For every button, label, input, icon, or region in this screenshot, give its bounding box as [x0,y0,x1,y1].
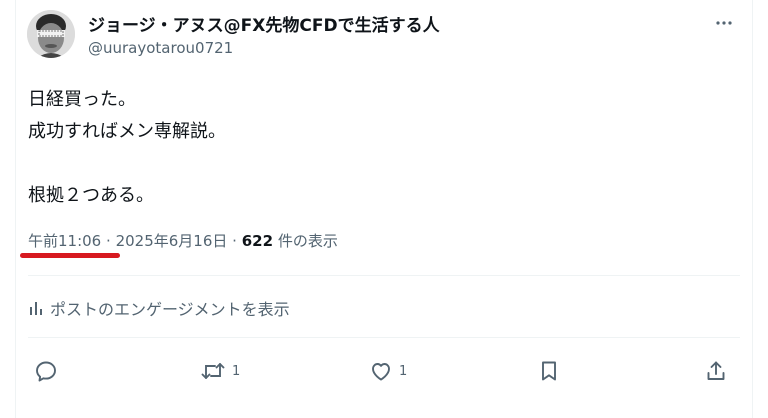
red-underline-annotation [20,253,120,258]
tweet-line: 日経買った。 [28,89,136,110]
divider [28,275,740,276]
avatar-image [27,10,75,58]
more-options-button[interactable] [711,10,737,36]
views-count: 622 [241,232,274,250]
reply-button[interactable] [34,354,64,388]
reply-icon [36,361,56,382]
views-label: 件の表示 [277,232,338,250]
share-icon [707,361,725,380]
tweet-line [28,148,728,180]
like-count: 1 [399,363,408,379]
retweet-button[interactable]: 1 [200,354,240,388]
display-name[interactable]: ジョージ・アヌス@FX先物CFDで生活する人 [88,11,440,36]
user-handle[interactable]: @uurayotarou0721 [88,39,233,57]
tweet-actions: 1 1 [28,354,740,388]
card-border-right [752,0,753,418]
retweet-icon [201,363,225,379]
more-dots-icon [716,21,732,25]
view-engagement-label: ポストのエンゲージメントを表示 [50,300,290,319]
bookmark-button[interactable] [537,354,561,388]
tweet-card: ジョージ・アヌス@FX先物CFDで生活する人 @uurayotarou0721 … [0,0,768,418]
tweet-date-link[interactable]: 2025年6月16日 [116,232,228,250]
tweet-time-link[interactable]: 午前11:06 [28,232,101,250]
bookmark-icon [542,361,556,381]
meta-separator: · [232,232,237,250]
card-border-left [15,0,16,418]
tweet-line: 根拠２つある。 [28,185,154,206]
view-engagement-link[interactable]: ポストのエンゲージメントを表示 [28,296,290,320]
like-button[interactable]: 1 [369,354,407,388]
tweet-meta: 午前11:06 · 2025年6月16日 · 622 件の表示 [28,230,338,251]
meta-separator: · [106,232,111,250]
divider [28,337,740,338]
retweet-count: 1 [232,363,241,379]
share-button[interactable] [704,354,728,388]
heart-icon [372,363,390,381]
avatar[interactable] [27,10,75,58]
analytics-icon [30,302,42,315]
tweet-text: 日経買った。 成功すればメン専解説。 根拠２つある。 [28,84,728,212]
tweet-line: 成功すればメン専解説。 [28,121,226,142]
